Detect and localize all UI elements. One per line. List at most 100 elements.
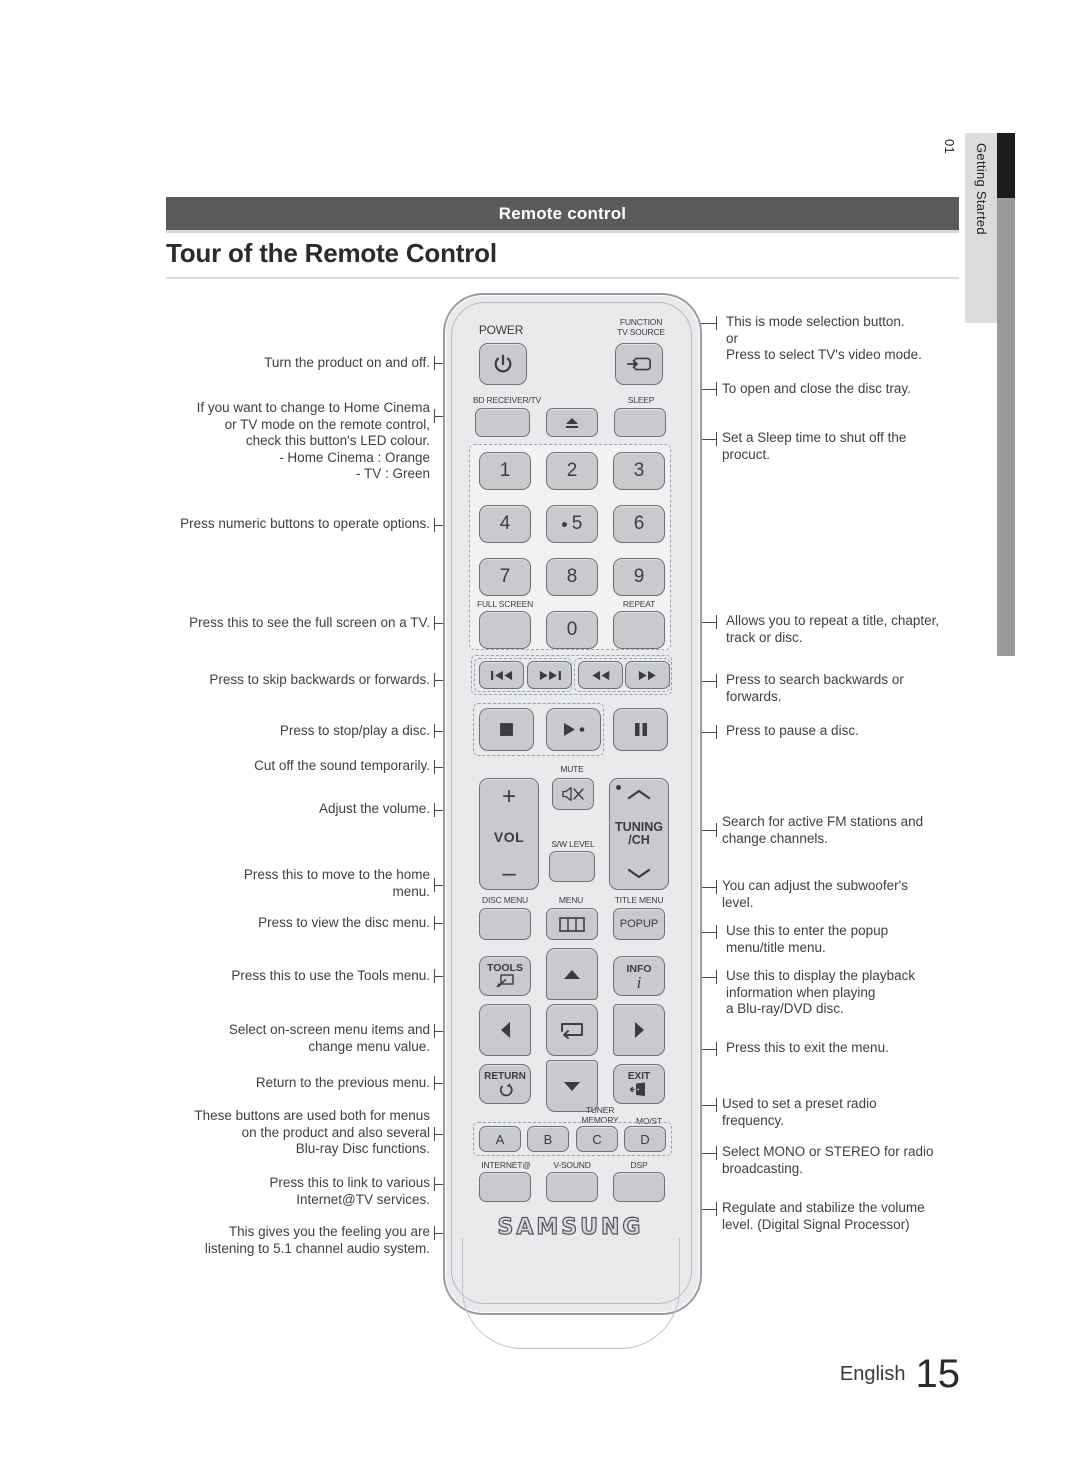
v-sound-button[interactable] <box>546 1172 598 1202</box>
callout-disc-menu: Press to view the disc menu. <box>258 915 430 930</box>
callout-pause: Press to pause a disc. <box>726 723 859 738</box>
eject-button[interactable] <box>546 408 598 437</box>
volume-down-label: – <box>502 860 516 887</box>
callout-power: Turn the product on and off. <box>264 355 430 370</box>
number-3-label: 3 <box>633 460 645 481</box>
dpad-left-button[interactable] <box>479 1004 531 1056</box>
section-header-title: Remote control <box>498 203 627 223</box>
full-screen-button[interactable] <box>479 611 531 649</box>
play-button[interactable] <box>546 708 601 751</box>
function-tv-source-button[interactable] <box>615 343 663 385</box>
volume-rocker-button[interactable]: + VOL – <box>479 778 539 890</box>
menu-button[interactable] <box>546 908 598 940</box>
number-1-label: 1 <box>499 460 511 481</box>
callout-repeat: Allows you to repeat a title, chapter, t… <box>726 613 940 645</box>
number-5-label: 5 <box>571 513 583 534</box>
internet-tv-button[interactable] <box>479 1172 531 1202</box>
page-title: Tour of the Remote Control <box>166 238 497 268</box>
sw-level-caption: S/W LEVEL <box>551 839 595 849</box>
leader-line <box>700 439 716 440</box>
mute-button[interactable] <box>552 778 594 810</box>
leader-tick <box>716 970 717 984</box>
number-1-button[interactable]: 1 <box>479 452 531 490</box>
disc-menu-button[interactable] <box>479 908 531 940</box>
leader-line <box>700 887 716 888</box>
sw-level-button[interactable] <box>549 851 595 882</box>
return-button[interactable]: RETURN <box>479 1064 531 1104</box>
skip-backward-icon <box>490 670 514 681</box>
footer-language: English <box>839 1363 906 1385</box>
function-tv-source-caption: FUNCTION TV SOURCE <box>617 317 665 337</box>
source-input-icon <box>626 355 652 373</box>
sidebar-marker-dark <box>997 133 1015 198</box>
bd-receiver-tv-button[interactable] <box>475 408 530 437</box>
leader-tick <box>716 674 717 688</box>
callout-tuner-memory: Used to set a preset radio frequency. <box>722 1096 877 1128</box>
stop-button[interactable] <box>479 708 534 751</box>
dsp-caption: DSP <box>630 1160 648 1170</box>
search-forward-button[interactable] <box>625 661 670 689</box>
colour-button-c[interactable]: C <box>576 1126 618 1152</box>
sidebar-marker-gray <box>997 198 1015 656</box>
callout-sw-level: You can adjust the subwoofer's level. <box>722 878 908 910</box>
footer-page-number: 15 <box>915 1352 961 1396</box>
callout-dsp: Regulate and stabilize the volume level.… <box>722 1200 925 1232</box>
number-6-label: 6 <box>633 513 645 534</box>
tuning-ch-rocker-button[interactable]: TUNING /CH <box>609 778 669 890</box>
colour-b-label: B <box>543 1131 553 1147</box>
sleep-caption: SLEEP <box>627 395 655 405</box>
number-6-button[interactable]: 6 <box>613 505 665 543</box>
exit-button[interactable]: EXIT <box>613 1064 665 1104</box>
popup-title-menu-button[interactable]: POPUP <box>613 908 665 940</box>
tools-button[interactable]: TOOLS <box>479 956 531 996</box>
number-4-button[interactable]: 4 <box>479 505 531 543</box>
pause-button[interactable] <box>613 708 668 751</box>
return-label: RETURN <box>484 1071 526 1082</box>
number-8-button[interactable]: 8 <box>546 558 598 596</box>
callout-internet-tv: Press this to link to various Internet@T… <box>269 1175 430 1207</box>
number-5-tactile-dot <box>561 521 567 527</box>
skip-backward-button[interactable] <box>479 661 524 689</box>
dpad-up-button[interactable] <box>546 948 598 1000</box>
tools-icon <box>495 974 515 989</box>
number-7-button[interactable]: 7 <box>479 558 531 596</box>
repeat-button[interactable] <box>613 611 665 649</box>
play-icon <box>561 722 587 737</box>
chevron-up-icon <box>627 789 651 800</box>
search-backward-button[interactable] <box>578 661 623 689</box>
colour-button-a[interactable]: A <box>479 1126 521 1152</box>
mute-caption: MUTE <box>560 764 584 774</box>
number-3-button[interactable]: 3 <box>613 452 665 490</box>
leader-tick <box>716 1098 717 1112</box>
number-9-button[interactable]: 9 <box>613 558 665 596</box>
disc-menu-caption: DISC MENU <box>482 895 528 905</box>
colour-button-b[interactable]: B <box>527 1126 569 1152</box>
sleep-button[interactable] <box>614 408 666 437</box>
number-9-label: 9 <box>633 566 645 587</box>
colour-button-d[interactable]: D <box>624 1126 666 1152</box>
callout-stop-play: Press to stop/play a disc. <box>279 723 430 738</box>
dpad-enter-button[interactable] <box>546 1004 598 1056</box>
arrow-up-icon <box>562 968 582 981</box>
number-0-button[interactable]: 0 <box>546 611 598 649</box>
power-icon <box>492 353 514 375</box>
leader-tick <box>716 880 717 894</box>
dsp-button[interactable] <box>613 1172 665 1202</box>
leader-tick <box>716 615 717 629</box>
bd-receiver-tv-caption: BD RECEIVER/TV <box>472 395 542 405</box>
leader-tick <box>716 925 717 939</box>
info-button[interactable]: INFO i <box>613 956 665 996</box>
callout-mo-st: Select MONO or STEREO for radio broadcas… <box>722 1144 934 1176</box>
page-title-rule <box>166 277 959 279</box>
skip-forward-button[interactable] <box>527 661 572 689</box>
v-sound-caption: V-SOUND <box>553 1160 591 1170</box>
callout-colour-buttons: These buttons are used both for menus on… <box>194 1108 430 1156</box>
leader-tick <box>716 1202 717 1216</box>
popup-label: POPUP <box>619 918 659 930</box>
sidebar-chapter-label: Getting Started <box>974 143 989 235</box>
power-button[interactable] <box>479 343 527 385</box>
dpad-right-button[interactable] <box>613 1004 665 1056</box>
number-5-button[interactable]: 5 <box>546 505 598 543</box>
search-forward-icon <box>637 670 659 681</box>
number-2-button[interactable]: 2 <box>546 452 598 490</box>
